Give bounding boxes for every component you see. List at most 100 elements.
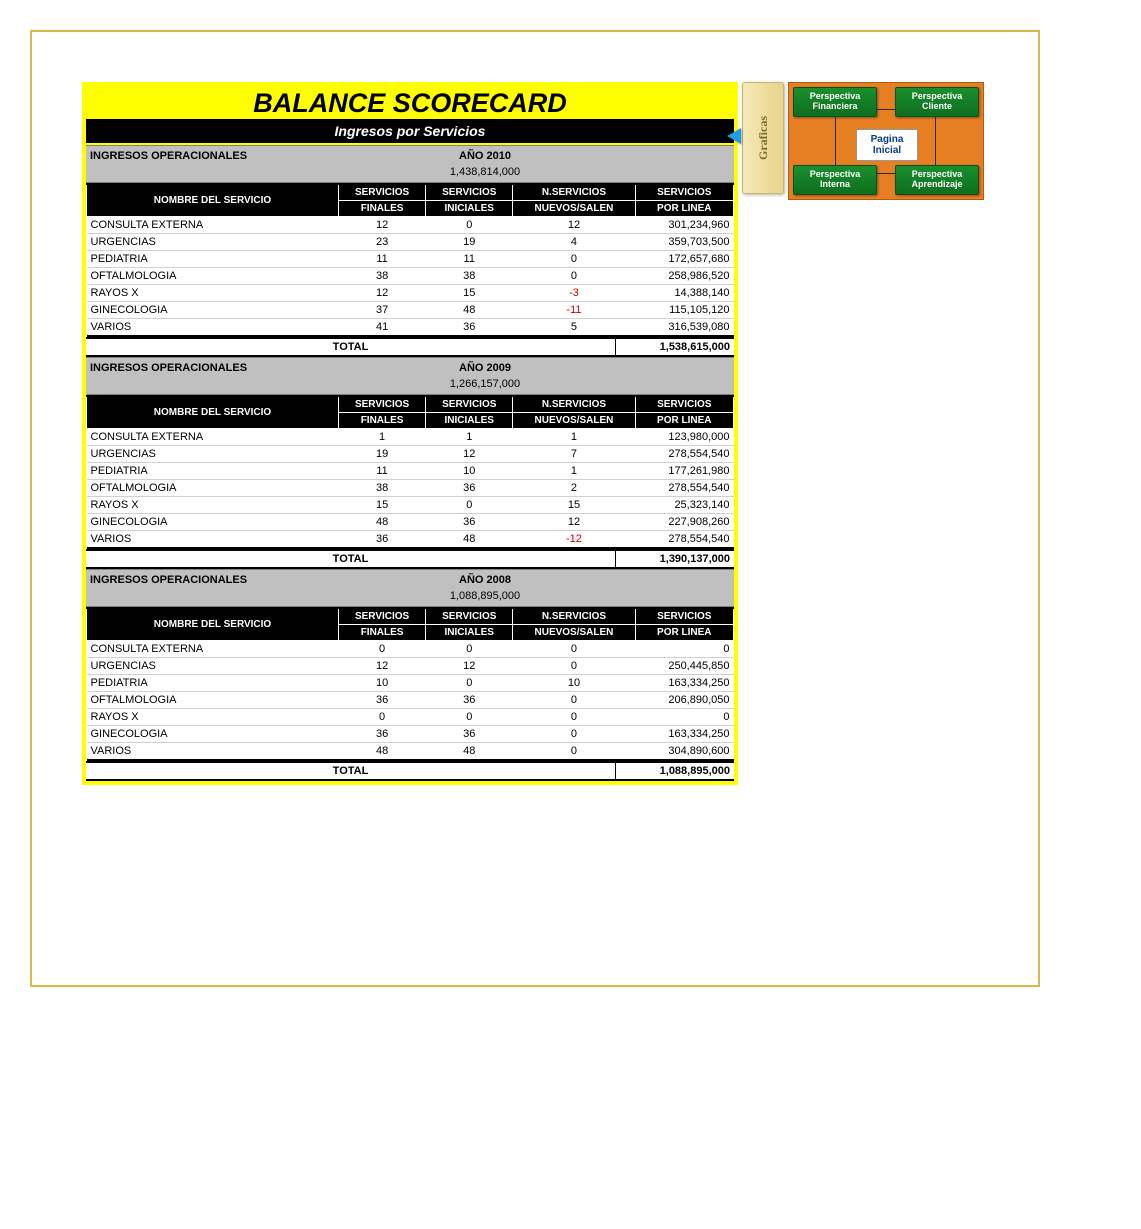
col-iniciales-top: SERVICIOS xyxy=(426,608,513,625)
cell-name: RAYOS X xyxy=(87,709,339,726)
arrow-left-icon xyxy=(727,128,741,144)
section-amount: 1,088,895,000 xyxy=(240,590,730,602)
table-row: OFTALMOLOGIA38362278,554,540 xyxy=(87,480,734,497)
col-nuevos-top: N.SERVICIOS xyxy=(513,396,635,413)
main-report: BALANCE SCORECARD Ingresos por Servicios… xyxy=(82,82,738,785)
table-row: OFTALMOLOGIA36360206,890,050 xyxy=(87,692,734,709)
col-finales-bot: FINALES xyxy=(339,413,426,429)
services-table: NOMBRE DEL SERVICIOSERVICIOSSERVICIOSN.S… xyxy=(86,607,734,761)
col-linea-bot: POR LINEA xyxy=(635,201,733,217)
cell-name: VARIOS xyxy=(87,743,339,761)
cell-name: GINECOLOGIA xyxy=(87,302,339,319)
cell-finales: 38 xyxy=(339,480,426,497)
cell-nuevos: -11 xyxy=(513,302,635,319)
cell-finales: 0 xyxy=(339,709,426,726)
cell-name: CONSULTA EXTERNA xyxy=(87,217,339,234)
cell-iniciales: 12 xyxy=(426,446,513,463)
cell-linea: 278,554,540 xyxy=(635,531,733,549)
cell-linea: 123,980,000 xyxy=(635,429,733,446)
cell-nuevos: 0 xyxy=(513,251,635,268)
table-row: VARIOS41365316,539,080 xyxy=(87,319,734,337)
cell-nuevos: 2 xyxy=(513,480,635,497)
cell-nuevos: 1 xyxy=(513,429,635,446)
cell-finales: 11 xyxy=(339,463,426,480)
nav-perspectiva-cliente[interactable]: Perspectiva Cliente xyxy=(895,87,979,117)
cell-linea: 206,890,050 xyxy=(635,692,733,709)
cell-iniciales: 0 xyxy=(426,217,513,234)
cell-nuevos: 1 xyxy=(513,463,635,480)
section-year: AÑO 2008 xyxy=(240,574,730,586)
cell-nuevos: -3 xyxy=(513,285,635,302)
col-iniciales-bot: INICIALES xyxy=(426,413,513,429)
cell-finales: 38 xyxy=(339,268,426,285)
cell-iniciales: 12 xyxy=(426,658,513,675)
cell-linea: 163,334,250 xyxy=(635,726,733,743)
cell-linea: 163,334,250 xyxy=(635,675,733,692)
cell-finales: 11 xyxy=(339,251,426,268)
cell-nuevos: 12 xyxy=(513,514,635,531)
cell-nuevos: 5 xyxy=(513,319,635,337)
cell-finales: 23 xyxy=(339,234,426,251)
cell-iniciales: 19 xyxy=(426,234,513,251)
cell-finales: 1 xyxy=(339,429,426,446)
table-row: CONSULTA EXTERNA111123,980,000 xyxy=(87,429,734,446)
col-linea-top: SERVICIOS xyxy=(635,608,733,625)
total-row: TOTAL1,538,615,000 xyxy=(86,337,734,357)
cell-finales: 10 xyxy=(339,675,426,692)
col-nombre: NOMBRE DEL SERVICIO xyxy=(87,608,339,641)
col-nuevos-bot: NUEVOS/SALEN xyxy=(513,625,635,641)
cell-name: OFTALMOLOGIA xyxy=(87,692,339,709)
cell-name: CONSULTA EXTERNA xyxy=(87,429,339,446)
cell-iniciales: 48 xyxy=(426,531,513,549)
cell-linea: 14,388,140 xyxy=(635,285,733,302)
col-nombre: NOMBRE DEL SERVICIO xyxy=(87,396,339,429)
col-nombre: NOMBRE DEL SERVICIO xyxy=(87,184,339,217)
section-header: INGRESOS OPERACIONALESAÑO 20091,266,157,… xyxy=(86,357,734,395)
cell-iniciales: 36 xyxy=(426,319,513,337)
nav-perspectiva-financiera[interactable]: Perspectiva Financiera xyxy=(793,87,877,117)
cell-linea: 115,105,120 xyxy=(635,302,733,319)
col-iniciales-bot: INICIALES xyxy=(426,625,513,641)
cell-finales: 12 xyxy=(339,217,426,234)
cell-finales: 37 xyxy=(339,302,426,319)
nav-perspectiva-aprendizaje[interactable]: Perspectiva Aprendizaje xyxy=(895,165,979,195)
table-row: VARIOS48480304,890,600 xyxy=(87,743,734,761)
table-row: GINECOLOGIA483612227,908,260 xyxy=(87,514,734,531)
col-nuevos-bot: NUEVOS/SALEN xyxy=(513,413,635,429)
page-title: BALANCE SCORECARD xyxy=(86,86,734,119)
total-label: TOTAL xyxy=(86,763,615,779)
cell-finales: 0 xyxy=(339,641,426,658)
col-linea-top: SERVICIOS xyxy=(635,396,733,413)
graficas-button[interactable]: Graficas xyxy=(742,82,784,194)
cell-iniciales: 48 xyxy=(426,743,513,761)
total-label: TOTAL xyxy=(86,551,615,567)
cell-finales: 12 xyxy=(339,658,426,675)
cell-linea: 227,908,260 xyxy=(635,514,733,531)
cell-finales: 15 xyxy=(339,497,426,514)
col-iniciales-top: SERVICIOS xyxy=(426,396,513,413)
cell-iniciales: 0 xyxy=(426,641,513,658)
cell-linea: 258,986,520 xyxy=(635,268,733,285)
col-nuevos-bot: NUEVOS/SALEN xyxy=(513,201,635,217)
cell-iniciales: 36 xyxy=(426,692,513,709)
section-year: AÑO 2010 xyxy=(240,150,730,162)
nav-perspectiva-interna[interactable]: Perspectiva Interna xyxy=(793,165,877,195)
col-linea-bot: POR LINEA xyxy=(635,625,733,641)
cell-linea: 0 xyxy=(635,709,733,726)
cell-nuevos: 0 xyxy=(513,743,635,761)
cell-linea: 172,657,680 xyxy=(635,251,733,268)
cell-iniciales: 0 xyxy=(426,709,513,726)
cell-linea: 359,703,500 xyxy=(635,234,733,251)
page-subtitle: Ingresos por Servicios xyxy=(86,119,734,143)
nav-pagina-inicial[interactable]: Pagina Inicial xyxy=(856,129,918,161)
cell-name: URGENCIAS xyxy=(87,658,339,675)
table-row: PEDIATRIA11101177,261,980 xyxy=(87,463,734,480)
cell-finales: 36 xyxy=(339,531,426,549)
cell-linea: 0 xyxy=(635,641,733,658)
cell-linea: 278,554,540 xyxy=(635,446,733,463)
total-row: TOTAL1,390,137,000 xyxy=(86,549,734,569)
cell-iniciales: 0 xyxy=(426,675,513,692)
table-row: RAYOS X1501525,323,140 xyxy=(87,497,734,514)
cell-linea: 278,554,540 xyxy=(635,480,733,497)
table-row: RAYOS X0000 xyxy=(87,709,734,726)
